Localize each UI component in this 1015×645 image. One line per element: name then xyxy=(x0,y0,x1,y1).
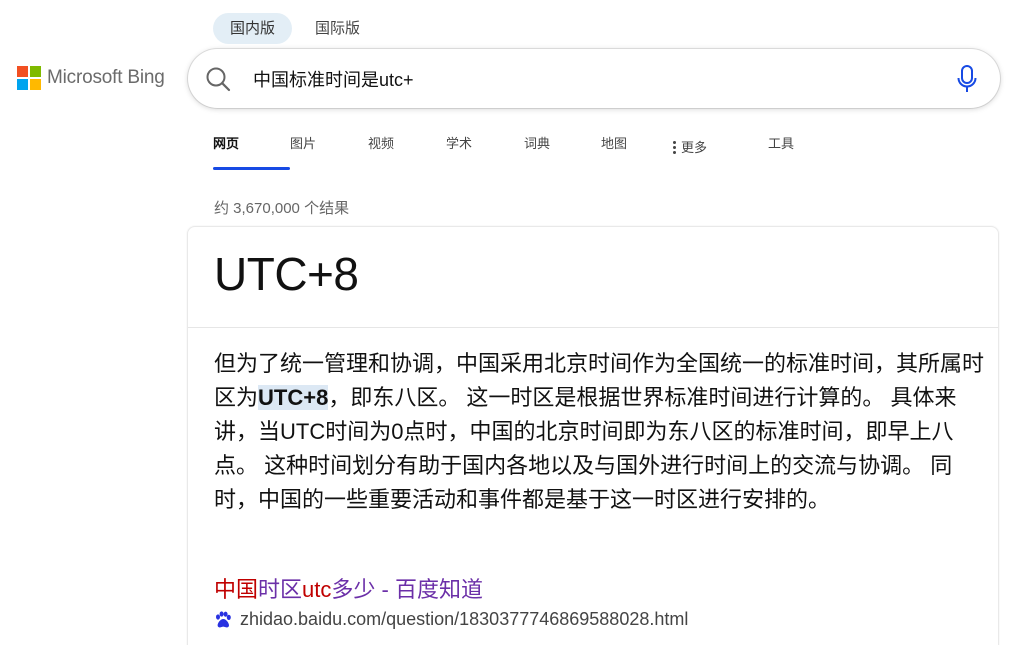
source-url[interactable]: zhidao.baidu.com/question/18303777468695… xyxy=(214,609,688,630)
search-box xyxy=(188,49,1000,108)
tab-videos[interactable]: 视频 xyxy=(368,126,446,170)
tab-web[interactable]: 网页 xyxy=(213,126,290,170)
mic-icon[interactable] xyxy=(956,64,978,94)
more-dots-icon xyxy=(673,141,677,155)
tab-more[interactable]: 更多 xyxy=(673,126,768,170)
international-version-tab[interactable]: 国际版 xyxy=(298,13,377,44)
tab-maps[interactable]: 地图 xyxy=(601,126,673,170)
tab-images[interactable]: 图片 xyxy=(290,126,368,170)
search-input[interactable] xyxy=(253,64,933,94)
answer-card: UTC+8 但为了统一管理和协调，中国采用北京时间作为全国统一的标准时间，其所属… xyxy=(187,226,999,645)
answer-snippet: 但为了统一管理和协调，中国采用北京时间作为全国统一的标准时间，其所属时区为UTC… xyxy=(214,351,985,512)
tab-academic[interactable]: 学术 xyxy=(446,126,524,170)
tab-dictionary[interactable]: 词典 xyxy=(524,126,601,170)
baidu-paw-icon xyxy=(216,610,231,627)
scope-tabs: 网页 图片 视频 学术 词典 地图 更多 工具 xyxy=(213,126,818,170)
logo-text: Microsoft Bing xyxy=(47,67,165,88)
card-divider xyxy=(188,327,998,328)
domestic-version-tab[interactable]: 国内版 xyxy=(213,13,293,44)
answer-highlight: UTC+8 xyxy=(258,385,329,410)
bing-logo[interactable]: Microsoft Bing xyxy=(17,66,165,90)
version-switcher: 国内版 国际版 xyxy=(213,13,377,44)
search-icon[interactable] xyxy=(204,65,232,93)
answer-title: UTC+8 xyxy=(214,248,359,300)
source-link[interactable]: 中国时区utc多少 - 百度知道 xyxy=(214,572,483,604)
microsoft-logo-icon xyxy=(17,66,41,90)
tab-tools[interactable]: 工具 xyxy=(768,126,818,170)
results-count: 约 3,670,000 个结果 xyxy=(214,200,350,217)
